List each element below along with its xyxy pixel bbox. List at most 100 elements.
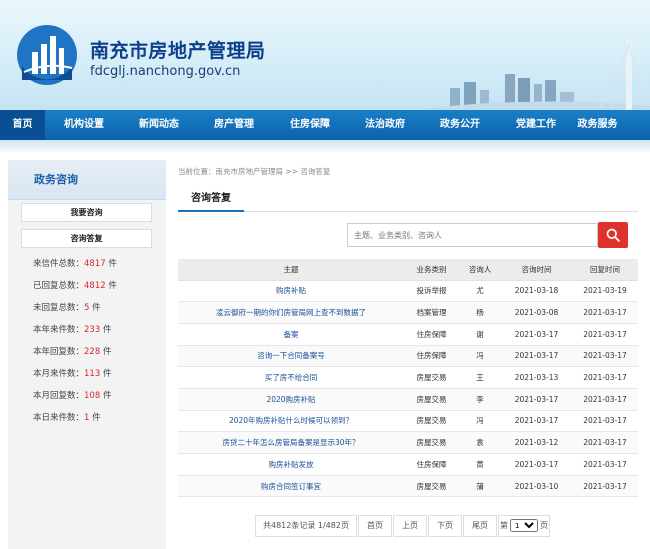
row-consultant: 袁 [459,431,501,454]
nav-news[interactable]: 新闻动态 [123,110,195,140]
site-domain: fdcglj.nanchong.gov.cn [90,64,241,79]
row-subject-link[interactable]: 备案 [178,323,404,346]
nav-public-affairs[interactable]: 政务公开 [423,110,497,140]
row-reply-time: 2021-03-19 [572,280,638,303]
stat-day-received: 本日来件数：1 件 [33,413,101,423]
pagination-info: 共4812条记录 1/482页 [255,515,357,537]
row-category: 住房保障 [404,453,459,476]
table-row[interactable]: 购房合同签订事宜 房屋交易蒲 2021-03-10 2021-03-17 [178,475,638,498]
site-title: 南充市房地产管理局 [90,40,266,62]
table-row[interactable]: 咨询一下合同备案号 住房保障冯 2021-03-17 2021-03-17 [178,345,638,368]
table-row[interactable]: 房贷二十年怎么房管局备案是显示30年？ 房屋交易袁 2021-03-12 2021-0… [178,431,638,454]
prev-page-button[interactable]: 上页 [392,515,427,537]
row-consult-time: 2021-03-12 [501,431,572,454]
row-reply-time: 2021-03-17 [572,453,638,476]
nav-shadow [0,140,650,152]
row-consultant: 黄 [459,453,501,476]
stat-total-received: 来信件总数：4817 件 [33,259,117,269]
row-consult-time: 2021-03-13 [501,366,572,389]
row-category: 房屋交易 [404,410,459,433]
stat-month-received: 本月来件数：113 件 [33,369,112,379]
row-reply-time: 2021-03-17 [572,431,638,454]
stat-total-unreplied: 未回复总数：5 件 [33,303,101,313]
page-jump-suffix: 页 [539,521,548,530]
search-input[interactable] [347,223,598,247]
row-reply-time: 2021-03-17 [572,345,638,368]
stats-list: 来信件总数：4817 件 已回复总数：4812 件 未回复总数：5 件 本年来件… [33,253,117,429]
row-subject-link[interactable]: 房贷二十年怎么房管局备案是显示30年？ [178,431,404,454]
breadcrumb: 当前位置：南充市房地产管理局 >> 咨询答复 [178,167,331,176]
row-consultant: 蒲 [459,475,501,498]
row-subject-link[interactable]: 2020年购房补贴什么时候可以领到？ [178,410,404,433]
next-page-button[interactable]: 下页 [427,515,462,537]
nav-rule-of-law[interactable]: 法治政府 [347,110,423,140]
row-subject-link[interactable]: 咨询一下合同备案号 [178,345,404,368]
page-jump-prefix: 第 [499,521,508,530]
page-jump: 第1页 [497,515,550,537]
row-consult-time: 2021-03-17 [501,323,572,346]
sidebar-title: 政务咨询 [8,160,166,200]
consult-button[interactable]: 我要咨询 [21,203,152,222]
row-reply-time: 2021-03-17 [572,301,638,324]
sidebar: 政务咨询 我要咨询 咨询答复 来信件总数：4817 件 已回复总数：4812 件… [8,160,166,549]
table-row[interactable]: 凌云御府一期的你们房管局网上查不到数据了 档案管理杨 2021-03-08 2021-… [178,301,638,324]
row-consult-time: 2021-03-17 [501,410,572,433]
row-consult-time: 2021-03-10 [501,475,572,498]
nav-government-services[interactable]: 政务服务 [575,110,620,140]
last-page-button[interactable]: 尾页 [462,515,497,537]
nav-party-building[interactable]: 党建工作 [497,110,575,140]
nav-home[interactable]: 首页 [0,110,45,140]
replies-button[interactable]: 咨询答复 [21,229,152,248]
row-category: 档案管理 [404,301,459,324]
row-subject-link[interactable]: 买了房不给合同 [178,366,404,389]
nav-property-management[interactable]: 房产管理 [195,110,273,140]
row-subject-link[interactable]: 购房合同签订事宜 [178,475,404,498]
nav-organization[interactable]: 机构设置 [45,110,123,140]
table-row[interactable]: 购房补贴发放 住房保障黄 2021-03-17 2021-03-17 [178,453,638,476]
row-category: 住房保障 [404,323,459,346]
first-page-button[interactable]: 首页 [357,515,392,537]
row-consult-time: 2021-03-17 [501,453,572,476]
row-consult-time: 2021-03-08 [501,301,572,324]
table-row[interactable]: 2020购房补贴 房屋交易李 2021-03-17 2021-03-17 [178,388,638,411]
table-row[interactable]: 2020年购房补贴什么时候可以领到？ 房屋交易冯 2021-03-17 2021-03… [178,410,638,433]
panel-header: 咨询答复 [178,185,638,212]
row-subject-link[interactable]: 2020购房补贴 [178,388,404,411]
header-subject: 主题 [178,259,404,281]
stat-total-replied: 已回复总数：4812 件 [33,281,117,291]
row-reply-time: 2021-03-17 [572,410,638,433]
header-reply-time: 回复时间 [572,259,638,281]
row-consult-time: 2021-03-17 [501,345,572,368]
row-category: 房屋交易 [404,475,459,498]
search-button[interactable] [598,222,628,248]
panel-title: 咨询答复 [178,185,244,212]
page-select[interactable]: 1 [509,519,538,532]
city-skyline-image [430,40,650,110]
nav-housing-security[interactable]: 住房保障 [273,110,347,140]
row-consult-time: 2021-03-18 [501,280,572,303]
row-reply-time: 2021-03-17 [572,323,638,346]
table-row[interactable]: 购房补贴 投诉举报尤 2021-03-18 2021-03-19 [178,280,638,303]
row-subject-link[interactable]: 凌云御府一期的你们房管局网上查不到数据了 [178,301,404,324]
row-consultant: 冯 [459,345,501,368]
row-category: 房屋交易 [404,431,459,454]
row-category: 房屋交易 [404,388,459,411]
row-category: 投诉举报 [404,280,459,303]
row-consultant: 王 [459,366,501,389]
table-header-row: 主题 业务类别 咨询人 咨询时间 回复时间 [178,259,638,281]
search-icon [606,228,620,242]
stat-year-replied: 本年回复数：228 件 [33,347,112,357]
stat-month-replied: 本月回复数：108 件 [33,391,112,401]
pagination: 共4812条记录 1/482页 首页 上页 下页 尾页 第1页 [255,515,551,537]
table-row[interactable]: 备案 住房保障谢 2021-03-17 2021-03-17 [178,323,638,346]
table-row[interactable]: 买了房不给合同 房屋交易王 2021-03-13 2021-03-17 [178,366,638,389]
row-reply-time: 2021-03-17 [572,388,638,411]
row-consultant: 李 [459,388,501,411]
bureau-logo [17,25,77,85]
row-consultant: 杨 [459,301,501,324]
header-consult-time: 咨询时间 [501,259,572,281]
row-consultant: 尤 [459,280,501,303]
row-subject-link[interactable]: 购房补贴 [178,280,404,303]
row-consult-time: 2021-03-17 [501,388,572,411]
row-subject-link[interactable]: 购房补贴发放 [178,453,404,476]
